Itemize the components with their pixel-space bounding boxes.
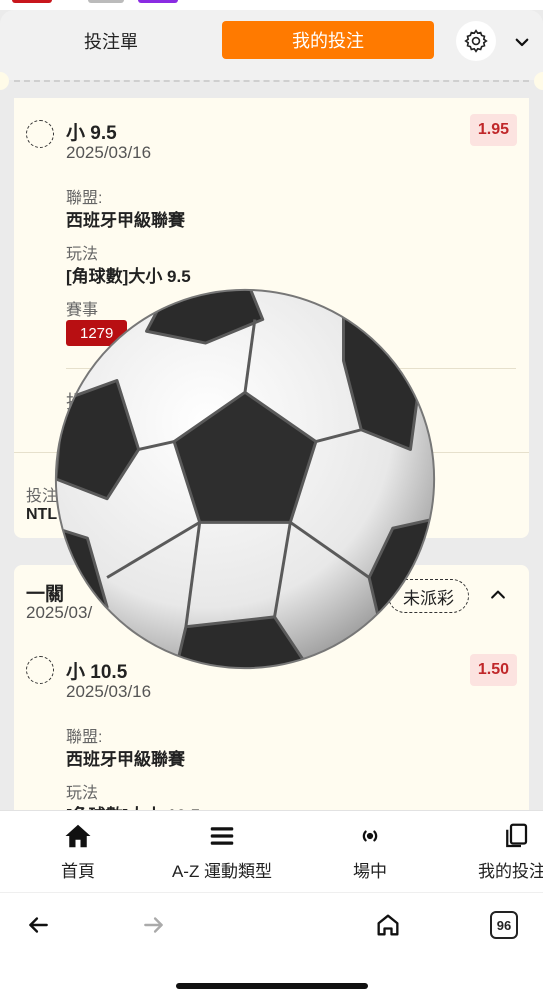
grey-chip <box>88 0 124 3</box>
settings-button[interactable] <box>456 21 496 61</box>
nav-home[interactable]: 首頁 <box>50 821 106 882</box>
home-icon <box>65 824 91 848</box>
back-button[interactable] <box>20 907 56 943</box>
league-value: 西班牙甲級聯賽 <box>66 750 185 769</box>
header: 投注單 我的投注 <box>0 10 543 90</box>
nav-az-label: A-Z 運動類型 <box>171 862 273 881</box>
league-label: 聯盟: <box>66 729 103 746</box>
bottom-nav: 首頁 A-Z 運動類型 場中 我的投注 <box>0 810 543 892</box>
chevron-up-icon <box>491 590 505 599</box>
collapse-button[interactable] <box>508 28 536 56</box>
tab-mybets[interactable]: 我的投注 <box>222 21 434 59</box>
nav-live-label: 場中 <box>353 862 387 881</box>
tab-count: 96 <box>490 911 518 939</box>
ticket-divider <box>14 80 529 82</box>
arrow-left-icon <box>29 917 48 933</box>
soccer-ball-image <box>54 288 436 670</box>
ticket-notch-left <box>0 72 9 90</box>
nav-az[interactable]: A-Z 運動類型 <box>162 821 282 882</box>
pick-label: 小 9.5 <box>66 123 117 144</box>
arrow-right-icon <box>144 917 163 933</box>
browser-home-button[interactable] <box>370 907 406 943</box>
nav-home-label: 首頁 <box>61 862 95 881</box>
menu-icon <box>210 827 234 845</box>
expand-toggle[interactable] <box>484 581 512 609</box>
league-value: 西班牙甲級聯賽 <box>66 211 185 230</box>
selection-circle[interactable] <box>26 120 54 148</box>
home-outline-icon <box>377 914 399 936</box>
ticket-notch-right <box>534 72 543 90</box>
forward-button[interactable] <box>136 907 172 943</box>
gear-icon <box>464 29 488 53</box>
odds-badge: 1.95 <box>469 114 517 146</box>
tabs-button[interactable]: 96 <box>486 907 522 943</box>
top-strip <box>0 0 543 10</box>
odds-badge: 1.50 <box>469 654 517 686</box>
nav-mybets[interactable]: 我的投注 <box>478 821 543 882</box>
nav-live[interactable]: 場中 <box>342 821 398 882</box>
league-label: 聯盟: <box>66 190 103 207</box>
red-chip <box>12 0 52 3</box>
tab-betslip[interactable]: 投注單 <box>20 22 202 60</box>
home-indicator <box>176 983 368 989</box>
play-label: 玩法 <box>66 246 99 263</box>
purple-chip <box>138 0 178 3</box>
play-label: 玩法 <box>66 785 99 802</box>
pick-date: 2025/03/16 <box>66 143 152 162</box>
chevron-down-icon <box>515 38 529 47</box>
live-broadcast-icon <box>362 830 378 842</box>
pick-date: 2025/03/16 <box>66 682 152 701</box>
nav-mybets-label: 我的投注 <box>478 862 543 881</box>
copy-docs-icon <box>506 823 528 848</box>
